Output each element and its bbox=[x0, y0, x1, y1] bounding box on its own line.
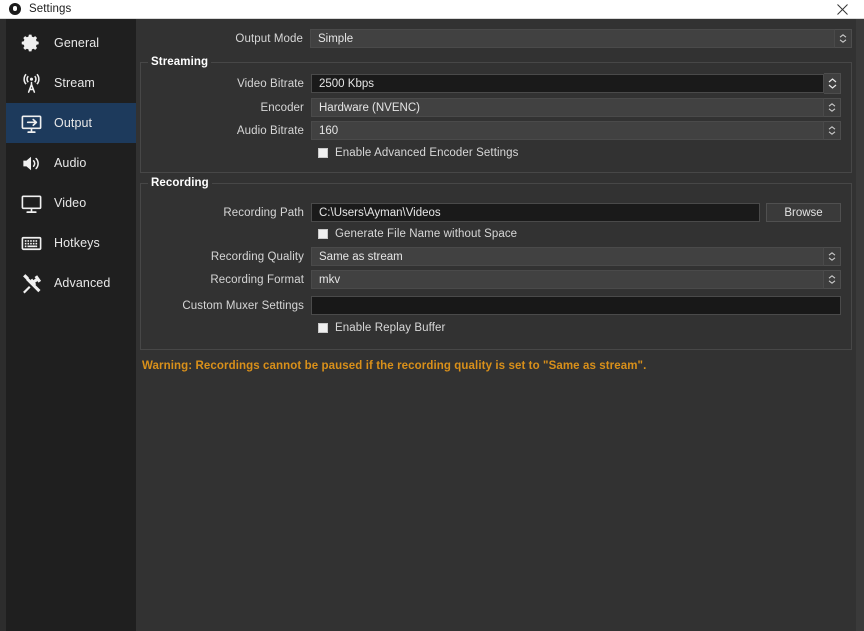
replay-buffer-label: Enable Replay Buffer bbox=[335, 322, 446, 334]
chevron-down-icon bbox=[828, 84, 836, 89]
custom-muxer-input[interactable] bbox=[311, 296, 841, 315]
chevron-down-icon bbox=[828, 131, 836, 135]
recording-path-input[interactable]: C:\Users\Ayman\Videos bbox=[311, 203, 760, 222]
close-button[interactable] bbox=[820, 0, 864, 18]
recording-group: Recording Recording Path C:\Users\Ayman\… bbox=[140, 177, 852, 350]
video-bitrate-input[interactable]: 2500 Kbps bbox=[311, 74, 824, 93]
advanced-encoder-row: Enable Advanced Encoder Settings bbox=[151, 147, 841, 159]
sidebar: General Stream Output Audio Video Hotkey… bbox=[0, 19, 136, 631]
wrench-icon bbox=[18, 270, 44, 296]
output-mode-value: Simple bbox=[318, 32, 354, 45]
encoder-select[interactable]: Hardware (NVENC) bbox=[311, 98, 824, 117]
obs-logo-icon bbox=[9, 3, 21, 15]
output-settings-panel: Output Mode Simple Streaming Video Bitra… bbox=[136, 19, 864, 631]
video-bitrate-label: Video Bitrate bbox=[237, 77, 304, 90]
chevron-up-icon bbox=[828, 275, 836, 279]
close-icon bbox=[836, 3, 848, 15]
audio-bitrate-row: Audio Bitrate 160 bbox=[151, 121, 841, 140]
chevron-up-icon bbox=[828, 252, 836, 256]
sidebar-item-audio[interactable]: Audio bbox=[6, 143, 136, 183]
recording-quality-value: Same as stream bbox=[319, 250, 403, 263]
speaker-icon bbox=[18, 150, 44, 176]
sidebar-item-label: Advanced bbox=[54, 276, 111, 290]
recording-path-label: Recording Path bbox=[223, 206, 304, 219]
recording-format-label: Recording Format bbox=[210, 273, 304, 286]
title-bar: Settings bbox=[0, 0, 864, 19]
sidebar-item-label: Video bbox=[54, 196, 87, 210]
sidebar-item-general[interactable]: General bbox=[6, 23, 136, 63]
recording-path-value: C:\Users\Ayman\Videos bbox=[319, 206, 441, 219]
recording-quality-row: Recording Quality Same as stream bbox=[151, 247, 841, 266]
browse-button[interactable]: Browse bbox=[766, 203, 841, 222]
output-mode-row: Output Mode Simple bbox=[140, 29, 852, 48]
chevron-up-icon bbox=[839, 34, 847, 38]
sidebar-item-stream[interactable]: Stream bbox=[6, 63, 136, 103]
output-mode-select[interactable]: Simple bbox=[310, 29, 835, 48]
encoder-stepper[interactable] bbox=[824, 98, 841, 117]
streaming-group-title: Streaming bbox=[148, 56, 212, 68]
chevron-down-icon bbox=[828, 280, 836, 284]
recording-group-title: Recording bbox=[148, 177, 212, 189]
sidebar-item-label: Audio bbox=[54, 156, 87, 170]
recording-quality-label: Recording Quality bbox=[210, 250, 304, 263]
no-space-row: Generate File Name without Space bbox=[151, 228, 841, 240]
audio-bitrate-value: 160 bbox=[319, 124, 339, 137]
recording-quality-select[interactable]: Same as stream bbox=[311, 247, 824, 266]
output-icon bbox=[18, 110, 44, 136]
encoder-row: Encoder Hardware (NVENC) bbox=[151, 98, 841, 117]
video-bitrate-row: Video Bitrate 2500 Kbps bbox=[151, 73, 841, 94]
video-bitrate-value: 2500 Kbps bbox=[319, 77, 374, 90]
output-mode-stepper[interactable] bbox=[835, 29, 852, 48]
audio-bitrate-stepper[interactable] bbox=[824, 121, 841, 140]
chevron-up-icon bbox=[828, 126, 836, 130]
audio-bitrate-label: Audio Bitrate bbox=[236, 124, 304, 137]
generate-no-space-label: Generate File Name without Space bbox=[335, 228, 518, 240]
custom-muxer-label: Custom Muxer Settings bbox=[182, 299, 304, 312]
streaming-group: Streaming Video Bitrate 2500 Kbps Encode… bbox=[140, 56, 852, 173]
recording-format-value: mkv bbox=[319, 273, 341, 286]
sidebar-item-label: Stream bbox=[54, 76, 95, 90]
gear-icon bbox=[18, 30, 44, 56]
advanced-encoder-label: Enable Advanced Encoder Settings bbox=[335, 147, 519, 159]
recording-quality-stepper[interactable] bbox=[824, 247, 841, 266]
output-mode-section: Output Mode Simple bbox=[136, 19, 864, 62]
recording-format-stepper[interactable] bbox=[824, 270, 841, 289]
sidebar-item-advanced[interactable]: Advanced bbox=[6, 263, 136, 303]
keyboard-icon bbox=[18, 230, 44, 256]
sidebar-list: General Stream Output Audio Video Hotkey… bbox=[6, 19, 136, 631]
recording-path-row: Recording Path C:\Users\Ayman\Videos Bro… bbox=[151, 203, 841, 222]
sidebar-item-hotkeys[interactable]: Hotkeys bbox=[6, 223, 136, 263]
recording-format-row: Recording Format mkv bbox=[151, 270, 841, 289]
warning-text: Warning: Recordings cannot be paused if … bbox=[142, 360, 647, 372]
broadcast-icon bbox=[18, 70, 44, 96]
recording-format-select[interactable]: mkv bbox=[311, 270, 824, 289]
chevron-down-icon bbox=[839, 39, 847, 43]
sidebar-item-output[interactable]: Output bbox=[6, 103, 136, 143]
window-title: Settings bbox=[29, 3, 72, 15]
encoder-value: Hardware (NVENC) bbox=[319, 101, 420, 114]
replay-buffer-row: Enable Replay Buffer bbox=[151, 322, 841, 334]
scrollbar-track[interactable] bbox=[856, 19, 864, 631]
audio-bitrate-select[interactable]: 160 bbox=[311, 121, 824, 140]
sidebar-item-label: General bbox=[54, 36, 100, 50]
video-bitrate-stepper[interactable] bbox=[824, 73, 841, 94]
sidebar-item-label: Hotkeys bbox=[54, 236, 100, 250]
output-mode-label: Output Mode bbox=[235, 32, 303, 45]
monitor-icon bbox=[18, 190, 44, 216]
chevron-down-icon bbox=[828, 108, 836, 112]
sidebar-item-video[interactable]: Video bbox=[6, 183, 136, 223]
chevron-down-icon bbox=[828, 257, 836, 261]
chevron-up-icon bbox=[828, 103, 836, 107]
sidebar-item-label: Output bbox=[54, 116, 93, 130]
custom-muxer-row: Custom Muxer Settings bbox=[151, 296, 841, 315]
title-bar-left: Settings bbox=[0, 3, 71, 15]
chevron-up-icon bbox=[828, 78, 836, 83]
replay-buffer-checkbox[interactable] bbox=[318, 323, 328, 333]
encoder-label: Encoder bbox=[260, 101, 304, 114]
advanced-encoder-checkbox[interactable] bbox=[318, 148, 328, 158]
settings-window: Settings General Stream Output Audio Vid… bbox=[0, 0, 864, 631]
generate-no-space-checkbox[interactable] bbox=[318, 229, 328, 239]
